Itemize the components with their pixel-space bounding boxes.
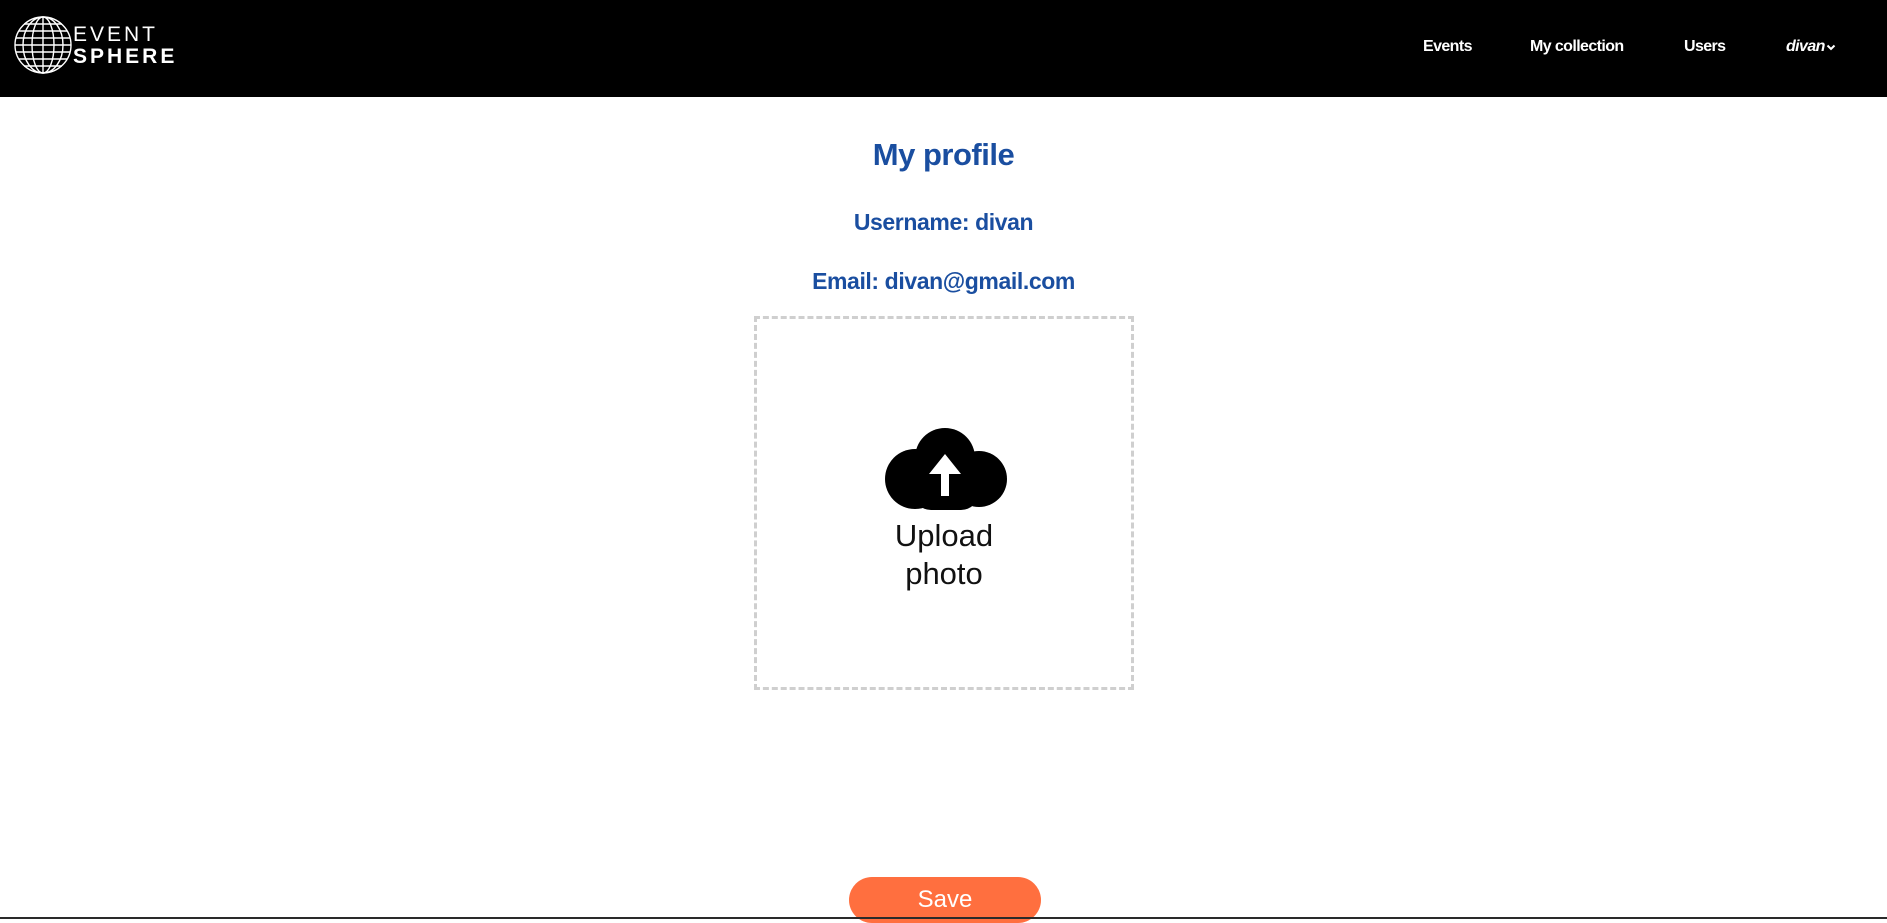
upload-photo-dropzone[interactable]: Upload photo xyxy=(754,316,1134,690)
top-navbar: EVENT SPHERE Events My collection Users … xyxy=(0,0,1887,97)
eventsphere-logo[interactable]: EVENT SPHERE xyxy=(13,15,177,75)
upload-label-line1: Upload xyxy=(894,518,994,553)
bottom-divider xyxy=(0,917,1887,919)
cloud-upload-icon xyxy=(885,428,1007,510)
upload-label-line2: photo xyxy=(905,556,983,591)
email-text: Email: divan@gmail.com xyxy=(812,268,1075,294)
chevron-down-icon xyxy=(1826,44,1836,51)
upload-photo-label: Upload photo xyxy=(757,517,1131,593)
globe-icon xyxy=(14,16,72,74)
username-text: Username: divan xyxy=(853,209,1034,235)
nav-link-users[interactable]: Users xyxy=(1684,38,1726,56)
user-menu-dropdown[interactable]: divan xyxy=(1786,38,1836,56)
logo-word-event: EVENT xyxy=(73,22,159,46)
logo-word-sphere: SPHERE xyxy=(73,44,178,68)
nav-link-my-collection[interactable]: My collection xyxy=(1530,38,1624,56)
user-menu-label: divan xyxy=(1786,38,1825,55)
logo-wordmark: EVENT SPHERE xyxy=(73,24,177,67)
page-title: My profile xyxy=(872,137,1015,172)
nav-link-events[interactable]: Events xyxy=(1423,38,1472,56)
